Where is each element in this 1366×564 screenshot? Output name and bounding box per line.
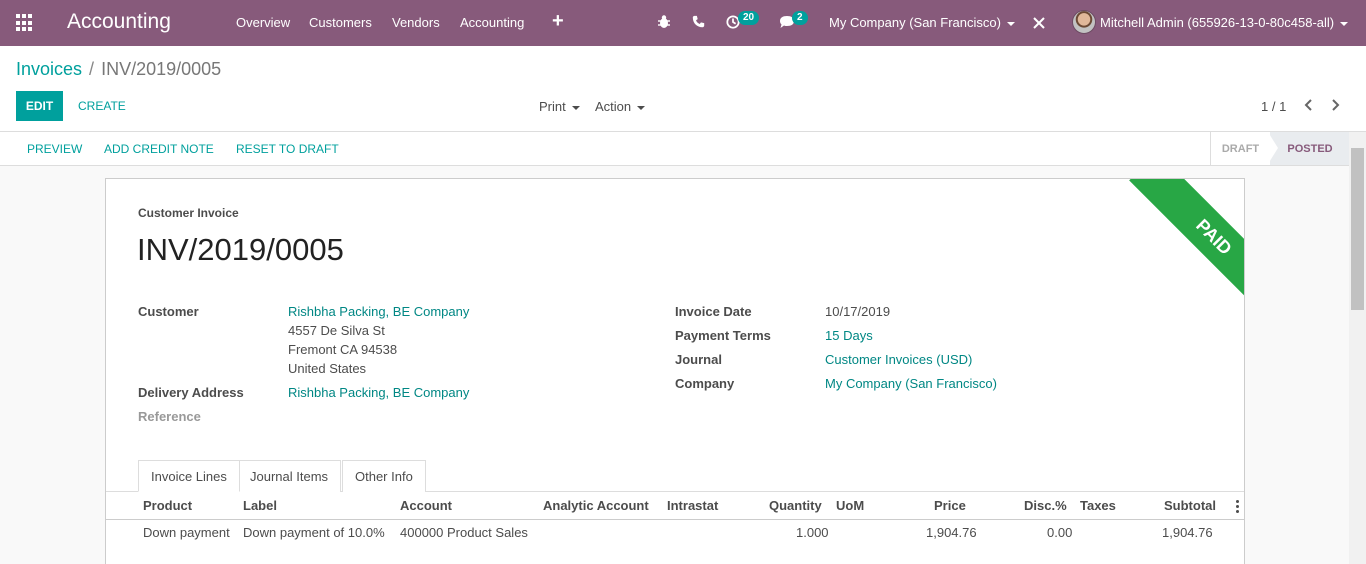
- stage-arrow: [1268, 132, 1278, 164]
- reset-to-draft-button[interactable]: RESET TO DRAFT: [236, 142, 339, 156]
- col-disc[interactable]: Disc.%: [1024, 498, 1067, 513]
- document-type: Customer Invoice: [138, 206, 239, 220]
- reference-label: Reference: [138, 409, 201, 424]
- cell-product[interactable]: Down payment: [143, 525, 230, 540]
- print-label: Print: [539, 99, 566, 114]
- user-name: Mitchell Admin (655926-13-0-80c458-all): [1100, 15, 1335, 30]
- action-label: Action: [595, 99, 632, 114]
- col-quantity[interactable]: Quantity: [769, 498, 822, 513]
- col-uom[interactable]: UoM: [836, 498, 864, 513]
- print-dropdown[interactable]: Print: [539, 99, 580, 114]
- chevron-down-icon: [1340, 21, 1349, 26]
- breadcrumb-separator: /: [89, 59, 95, 79]
- company-switcher[interactable]: My Company (San Francisco): [829, 15, 1015, 30]
- breadcrumb: Invoices / INV/2019/0005: [16, 59, 221, 80]
- tab-invoice-lines[interactable]: Invoice Lines: [138, 460, 240, 492]
- payment-terms-link[interactable]: 15 Days: [825, 328, 873, 343]
- col-analytic-account[interactable]: Analytic Account: [543, 498, 649, 513]
- chevron-down-icon: [1006, 21, 1015, 26]
- cell-subtotal[interactable]: 1,904.76: [1162, 525, 1213, 540]
- journal-label: Journal: [675, 352, 722, 367]
- delivery-address-link[interactable]: Rishbha Packing, BE Company: [288, 385, 469, 400]
- menu-vendors[interactable]: Vendors: [392, 15, 440, 30]
- stage-posted[interactable]: POSTED: [1270, 132, 1350, 165]
- address-city: Fremont CA 94538: [288, 342, 398, 357]
- menu-accounting[interactable]: Accounting: [460, 15, 524, 30]
- cell-label[interactable]: Down payment of 10.0%: [243, 525, 385, 540]
- journal-link[interactable]: Customer Invoices (USD): [825, 352, 972, 367]
- address-country: United States: [288, 361, 367, 376]
- col-label[interactable]: Label: [243, 498, 277, 513]
- edit-button[interactable]: EDIT: [16, 91, 63, 121]
- preview-button[interactable]: PREVIEW: [27, 142, 82, 156]
- customer-link[interactable]: Rishbha Packing, BE Company: [288, 304, 469, 319]
- bug-icon[interactable]: [657, 14, 671, 30]
- company-name: My Company (San Francisco): [829, 15, 1001, 30]
- col-subtotal[interactable]: Subtotal: [1164, 498, 1216, 513]
- stage-draft[interactable]: DRAFT: [1210, 132, 1270, 165]
- create-button[interactable]: CREATE: [78, 99, 126, 113]
- scrollbar-thumb[interactable]: [1351, 148, 1364, 310]
- breadcrumb-invoices[interactable]: Invoices: [16, 59, 82, 79]
- tab-journal-items[interactable]: Journal Items: [238, 460, 342, 492]
- chevron-down-icon: [571, 105, 580, 110]
- chevron-down-icon: [637, 105, 646, 110]
- address-street: 4557 De Silva St: [288, 323, 385, 338]
- col-intrastat[interactable]: Intrastat: [667, 498, 718, 513]
- apps-menu-icon[interactable]: [16, 14, 34, 32]
- col-price[interactable]: Price: [934, 498, 966, 513]
- plus-icon[interactable]: +: [552, 10, 564, 33]
- control-panel: Invoices / INV/2019/0005 EDIT CREATE Print…: [0, 46, 1366, 132]
- menu-overview[interactable]: Overview: [236, 15, 290, 30]
- avatar[interactable]: [1072, 10, 1096, 34]
- col-product[interactable]: Product: [143, 498, 192, 513]
- invoice-date-value: 10/17/2019: [825, 304, 891, 319]
- pager-value[interactable]: 1 / 1: [1261, 99, 1286, 114]
- invoice-number: INV/2019/0005: [137, 232, 344, 267]
- payment-terms-label: Payment Terms: [675, 328, 771, 343]
- cell-account[interactable]: 400000 Product Sales: [400, 525, 528, 540]
- customer-label: Customer: [138, 304, 199, 319]
- optional-columns-icon[interactable]: [1236, 500, 1240, 514]
- cell-price[interactable]: 1,904.76: [926, 525, 977, 540]
- messages-badge: 2: [792, 11, 808, 25]
- tab-other-info[interactable]: Other Info: [342, 460, 426, 492]
- top-navbar: Accounting Overview Customers Vendors Ac…: [0, 0, 1366, 46]
- debug-tools-icon[interactable]: [1032, 16, 1046, 30]
- invoice-date-label: Invoice Date: [675, 304, 752, 319]
- status-bar: PREVIEW ADD CREDIT NOTE RESET TO DRAFT D…: [0, 132, 1366, 166]
- chevron-left-icon[interactable]: [1302, 98, 1316, 112]
- breadcrumb-current: INV/2019/0005: [101, 59, 222, 79]
- delivery-address-label: Delivery Address: [138, 385, 244, 400]
- cell-quantity[interactable]: 1.000: [796, 525, 829, 540]
- company-label: Company: [675, 376, 735, 391]
- col-taxes[interactable]: Taxes: [1080, 498, 1116, 513]
- chevron-right-icon[interactable]: [1328, 98, 1342, 112]
- app-title[interactable]: Accounting: [67, 10, 171, 34]
- add-credit-note-button[interactable]: ADD CREDIT NOTE: [104, 142, 214, 156]
- user-menu[interactable]: Mitchell Admin (655926-13-0-80c458-all): [1100, 15, 1349, 30]
- cell-disc[interactable]: 0.00: [1047, 525, 1072, 540]
- col-account[interactable]: Account: [400, 498, 452, 513]
- phone-icon[interactable]: [692, 15, 705, 28]
- menu-customers[interactable]: Customers: [309, 15, 372, 30]
- activity-badge: 20: [738, 11, 760, 25]
- company-link[interactable]: My Company (San Francisco): [825, 376, 997, 391]
- action-dropdown[interactable]: Action: [595, 99, 646, 114]
